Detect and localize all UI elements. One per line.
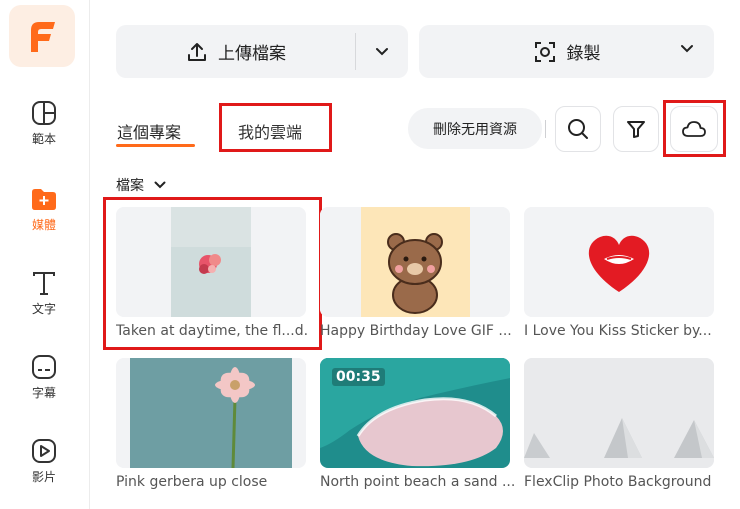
media-folder-icon <box>32 189 56 210</box>
media-thumbnail <box>524 358 714 468</box>
filter-button[interactable] <box>613 106 659 152</box>
subtitle-icon <box>32 355 56 379</box>
sidebar: 範本 媒體 文字 字幕 影片 <box>0 0 90 509</box>
upload-file-label: 上傳檔案 <box>218 44 286 64</box>
chevron-down-icon[interactable] <box>680 44 694 54</box>
delete-unused-resources-button[interactable]: 刪除无用資源 <box>408 108 542 149</box>
media-card[interactable]: Happy Birthday Love GIF ... <box>320 207 512 339</box>
record-button[interactable]: 錄製 <box>419 25 714 78</box>
text-icon <box>33 272 55 295</box>
media-thumbnail: 00:35 <box>320 358 510 468</box>
media-card[interactable]: Pink gerbera up close <box>116 358 306 490</box>
app-logo[interactable] <box>9 5 75 67</box>
gerbera-photo-image <box>116 358 306 468</box>
upload-icon <box>188 42 206 61</box>
sidebar-item-text[interactable]: 文字 <box>0 270 88 340</box>
sidebar-item-media[interactable]: 媒體 <box>0 186 88 256</box>
tab-this-project[interactable]: 這個專案 <box>117 119 181 143</box>
heart-sticker-image <box>524 207 714 317</box>
app-root: 範本 媒體 文字 字幕 影片 上傳檔案 錄製 這個專案 我的雲端 刪除无用資源 … <box>0 0 740 509</box>
flexclip-logo-icon <box>31 22 55 52</box>
folder-label: 檔案 <box>116 178 144 194</box>
upload-button-group: 上傳檔案 <box>116 25 408 78</box>
media-thumbnail <box>524 207 714 317</box>
highlight-box <box>103 197 322 350</box>
record-button-group: 錄製 <box>419 25 714 78</box>
media-thumbnail <box>116 358 306 468</box>
media-caption: FlexClip Photo Background <box>524 474 712 490</box>
media-card[interactable]: 00:35 North point beach a sand ... <box>320 358 515 490</box>
upload-options-dropdown[interactable] <box>356 25 408 78</box>
search-icon <box>568 119 588 139</box>
upload-file-button[interactable]: 上傳檔案 <box>116 25 356 78</box>
highlight-box <box>663 100 726 157</box>
chevron-down-icon <box>154 181 166 189</box>
highlight-box <box>219 103 332 152</box>
divider <box>545 120 546 138</box>
filter-icon <box>627 121 645 138</box>
media-card[interactable]: I Love You Kiss Sticker by... <box>524 207 714 339</box>
photo-background-image <box>524 358 714 468</box>
bear-gif-image <box>320 207 510 317</box>
active-tab-indicator <box>116 144 195 147</box>
sidebar-item-label: 文字 <box>31 302 56 316</box>
search-button[interactable] <box>555 106 601 152</box>
media-caption: Pink gerbera up close <box>116 474 268 490</box>
sidebar-item-label: 字幕 <box>31 386 56 400</box>
sidebar-item-templates[interactable]: 範本 <box>0 100 88 170</box>
media-thumbnail <box>320 207 510 317</box>
record-label: 錄製 <box>566 44 601 64</box>
media-card[interactable]: FlexClip Photo Background <box>524 358 714 490</box>
sidebar-item-videos[interactable]: 影片 <box>0 438 88 508</box>
sidebar-item-label: 範本 <box>31 132 56 146</box>
delete-unused-resources-label: 刪除无用資源 <box>433 121 517 138</box>
media-caption: Happy Birthday Love GIF ... <box>320 323 512 339</box>
sidebar-item-label: 影片 <box>31 470 56 484</box>
folder-selector[interactable]: 檔案 <box>116 175 166 195</box>
template-icon <box>32 101 56 125</box>
sidebar-item-label: 媒體 <box>31 218 56 232</box>
media-caption: I Love You Kiss Sticker by... <box>524 323 712 339</box>
chevron-down-icon <box>376 47 388 55</box>
media-caption: North point beach a sand ... <box>320 474 515 490</box>
video-duration-badge: 00:35 <box>332 368 385 386</box>
record-screen-icon <box>534 41 555 62</box>
video-icon <box>32 439 56 463</box>
sidebar-item-subtitles[interactable]: 字幕 <box>0 354 88 424</box>
